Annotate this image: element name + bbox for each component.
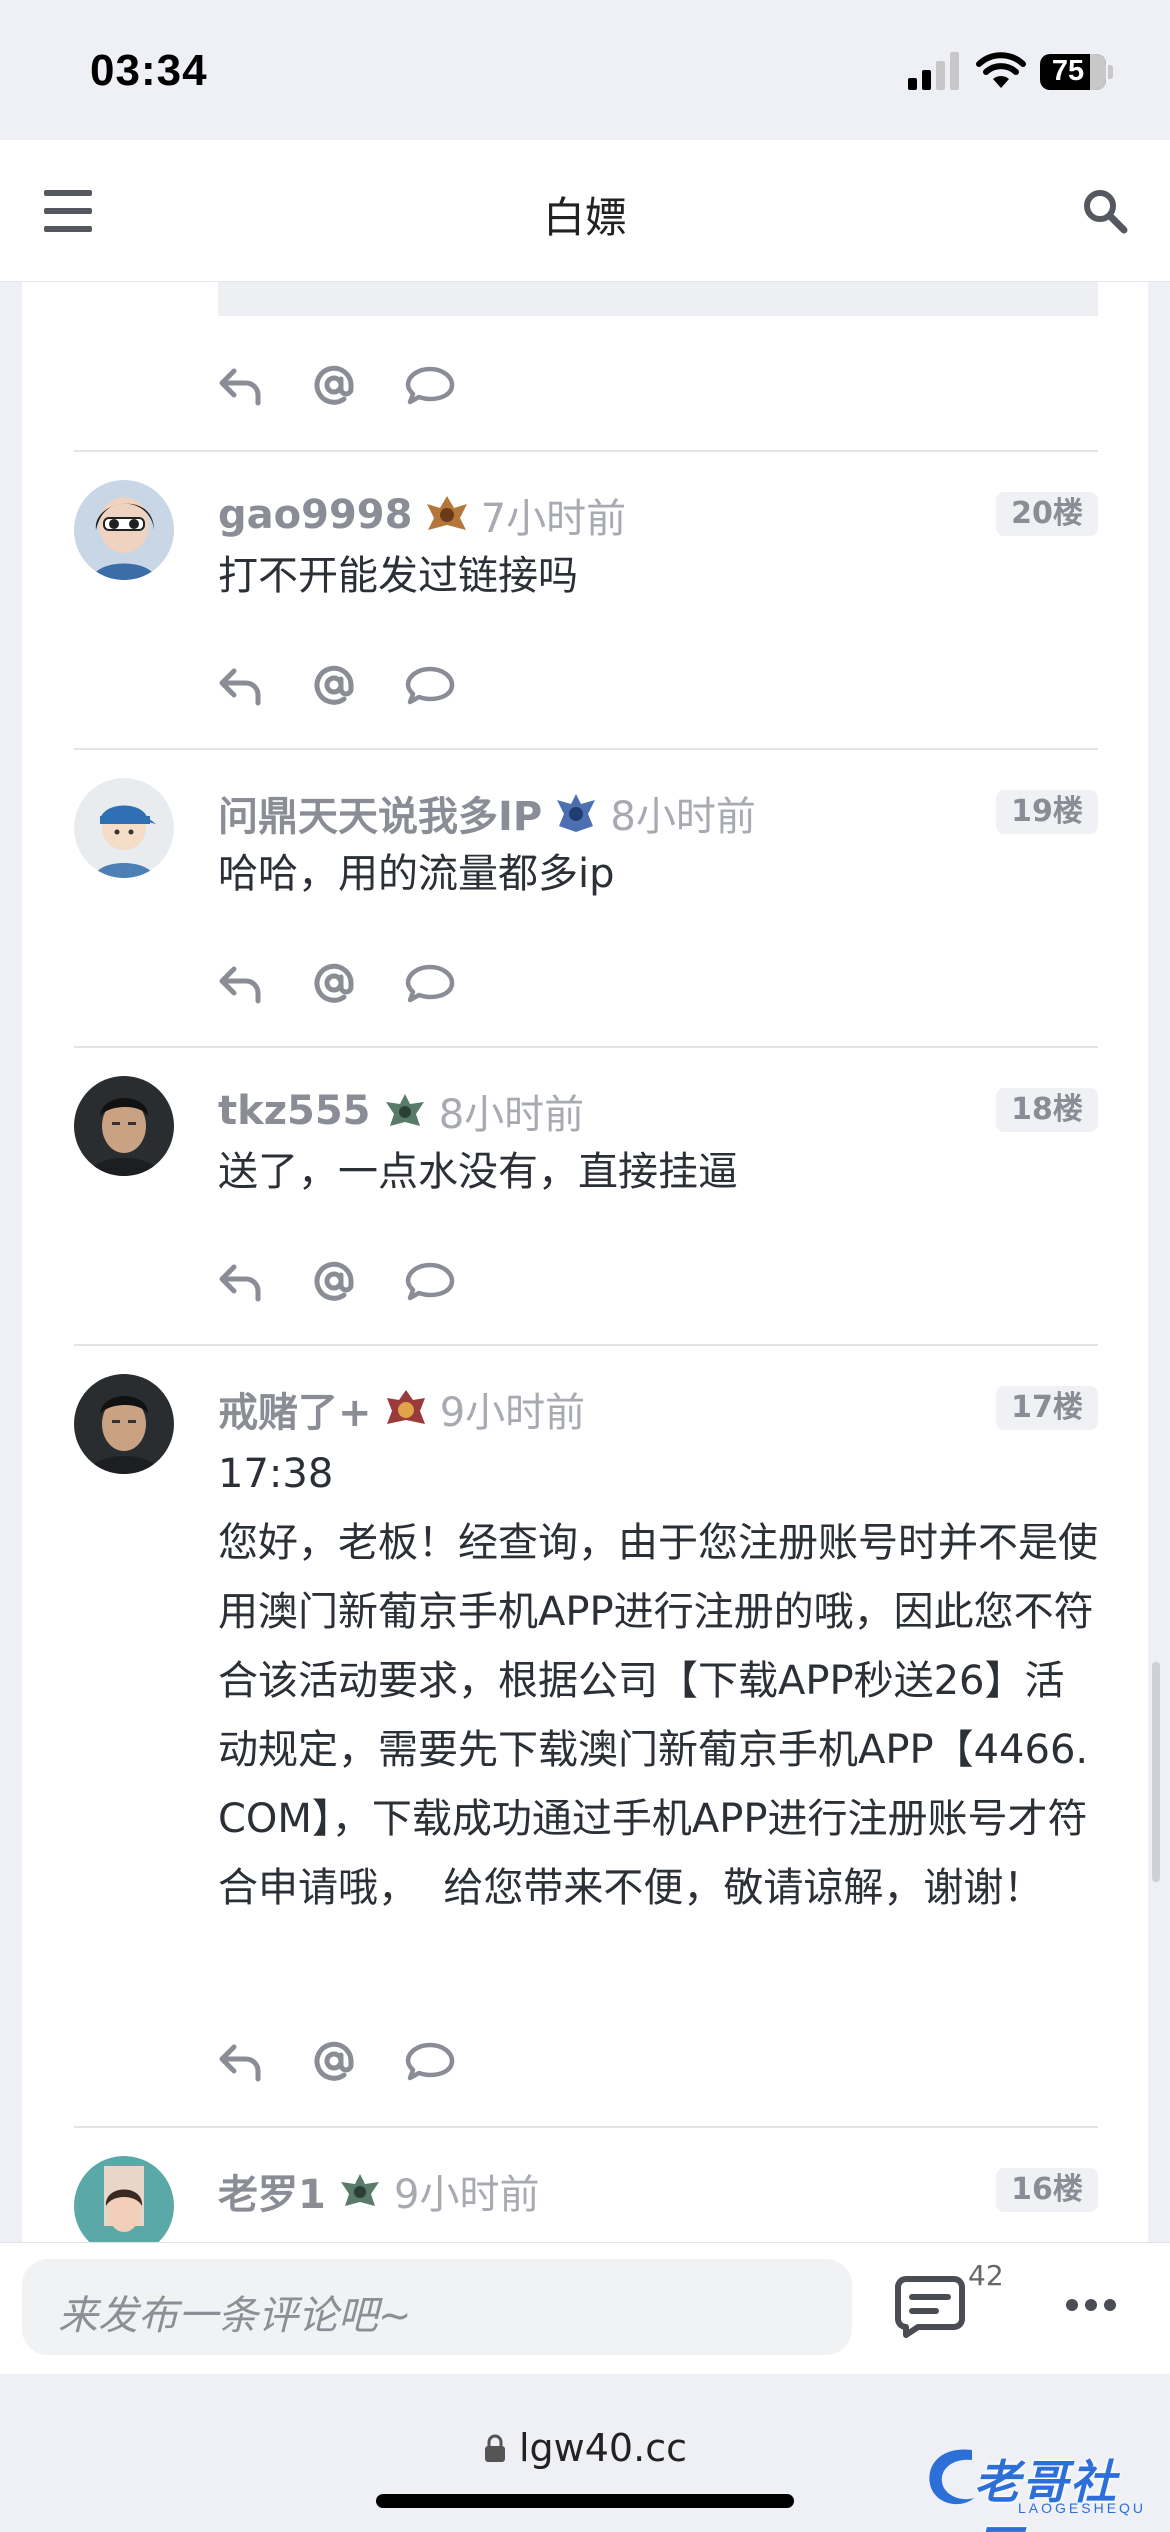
at-icon[interactable] <box>312 362 356 408</box>
app-header: 白嫖 <box>0 140 1170 282</box>
comment-icon[interactable] <box>404 362 456 408</box>
home-indicator[interactable] <box>376 2494 794 2508</box>
comment-text: 17:38 您好，老板！经查询，由于您注册账号时并不是使用澳门新葡京手机APP进… <box>218 1451 1098 1911</box>
at-icon[interactable] <box>312 2038 356 2084</box>
comment-meta: 戒赌了+ 9小时前 <box>218 1380 585 1436</box>
rank-badge-icon <box>386 1390 425 1424</box>
avatar[interactable] <box>74 1076 174 1176</box>
rank-badge-icon <box>426 496 467 530</box>
comment-icon[interactable] <box>404 662 456 708</box>
watermark-subtext: LAOGESHEQU <box>1018 2500 1147 2516</box>
avatar[interactable] <box>74 1374 174 1474</box>
page-title: 白嫖 <box>542 193 627 242</box>
wifi-icon <box>976 52 1026 88</box>
timestamp: 8小时前 <box>610 794 756 840</box>
rank-badge-icon <box>557 794 596 832</box>
rank-badge-icon <box>340 2174 379 2206</box>
comment-icon[interactable] <box>404 960 456 1006</box>
username[interactable]: 戒赌了+ <box>218 1390 372 1436</box>
browser-address-bar: lgw40.cc 老哥社区 LAOGESHEQU <box>0 2374 1170 2532</box>
at-icon[interactable] <box>312 662 356 708</box>
dragon-logo-icon <box>929 2449 974 2505</box>
previous-comment-quote <box>218 282 1098 316</box>
comment-input-placeholder: 来发布一条评论吧~ <box>58 2293 412 2339</box>
reply-icon[interactable] <box>218 960 262 1006</box>
avatar[interactable] <box>74 480 174 580</box>
rank-badge-icon <box>385 1094 424 1126</box>
comment-text: 送了，一点水没有，直接挂逼 <box>218 1149 738 1195</box>
comments-icon[interactable] <box>894 2273 966 2339</box>
timestamp: 7小时前 <box>480 496 627 542</box>
comment-meta: 老罗1 9小时前 <box>218 2162 539 2218</box>
comment-text: 打不开能发过链接吗 <box>218 553 578 599</box>
watermark-text: 老哥社区 <box>974 2455 1118 2532</box>
username[interactable]: 问鼎天天说我多IP <box>218 794 542 840</box>
comment-icon[interactable] <box>404 2038 456 2084</box>
timestamp: 9小时前 <box>439 1390 586 1436</box>
at-icon[interactable] <box>312 960 356 1006</box>
at-icon[interactable] <box>312 1258 356 1304</box>
search-icon[interactable] <box>1080 186 1130 236</box>
comment-item: gao9998 7小时前 20楼 打不开能发过链接吗 <box>74 450 1098 748</box>
reply-icon[interactable] <box>218 662 262 708</box>
timestamp: 8小时前 <box>438 1092 585 1138</box>
comment-icon[interactable] <box>404 1258 456 1304</box>
comment-meta: gao9998 7小时前 <box>218 486 626 542</box>
avatar[interactable] <box>74 2156 174 2242</box>
url-text: lgw40.cc <box>519 2426 687 2470</box>
username[interactable]: 老罗1 <box>218 2172 326 2218</box>
comment-list: gao9998 7小时前 20楼 打不开能发过链接吗 问鼎天天说我多IP 8小时… <box>22 282 1148 2242</box>
comment-item: 戒赌了+ 9小时前 17楼 17:38 您好，老板！经查询，由于您注册账号时并不… <box>74 1344 1098 2124</box>
floor-badge: 19楼 <box>996 790 1098 834</box>
comment-input[interactable]: 来发布一条评论吧~ <box>22 2259 852 2355</box>
timestamp: 9小时前 <box>394 2172 540 2218</box>
floor-badge: 18楼 <box>996 1088 1098 1132</box>
more-icon[interactable] <box>1066 2299 1116 2313</box>
comment-text: 哈哈，用的流量都多ip <box>218 851 615 897</box>
username[interactable]: gao9998 <box>218 492 412 538</box>
comment-count: 42 <box>968 2259 1004 2292</box>
floor-badge: 16楼 <box>996 2168 1098 2212</box>
site-watermark-logo: 老哥社区 LAOGESHEQU <box>922 2440 1162 2532</box>
reply-icon[interactable] <box>218 2038 262 2084</box>
comment-meta: tkz555 8小时前 <box>218 1082 584 1138</box>
floor-badge: 20楼 <box>996 492 1098 536</box>
status-time: 03:34 <box>90 46 208 95</box>
status-bar: 03:34 75 <box>0 0 1170 140</box>
floor-badge: 17楼 <box>996 1386 1098 1430</box>
comment-composer-bar: 来发布一条评论吧~ 42 <box>0 2242 1170 2374</box>
battery-level: 75 <box>1051 55 1085 87</box>
comment-item: 问鼎天天说我多IP 8小时前 19楼 哈哈，用的流量都多ip <box>74 748 1098 1046</box>
battery-indicator: 75 <box>1040 54 1113 90</box>
signal-icon <box>908 52 959 90</box>
comment-meta: 问鼎天天说我多IP 8小时前 <box>218 784 756 840</box>
username[interactable]: tkz555 <box>218 1088 371 1134</box>
lock-icon <box>485 2434 505 2462</box>
reply-icon[interactable] <box>218 1258 262 1304</box>
scrollbar[interactable] <box>1152 1662 1160 1882</box>
comment-item: 老罗1 9小时前 16楼 <box>74 2126 1098 2242</box>
comment-item: tkz555 8小时前 18楼 送了，一点水没有，直接挂逼 <box>74 1046 1098 1344</box>
reply-icon[interactable] <box>218 362 262 408</box>
avatar[interactable] <box>74 778 174 878</box>
